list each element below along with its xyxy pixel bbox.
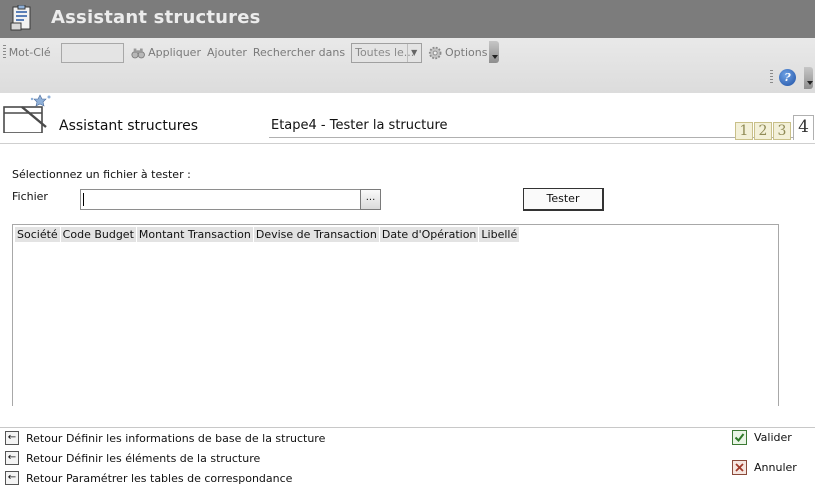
- step-tab-4[interactable]: 4: [793, 115, 814, 140]
- add-button[interactable]: Ajouter: [207, 46, 247, 59]
- select-file-prompt: Sélectionnez un fichier à tester :: [12, 168, 191, 181]
- toolbar-grip[interactable]: [3, 45, 6, 60]
- test-button[interactable]: Tester: [523, 188, 604, 211]
- file-label: Fichier: [12, 190, 48, 203]
- close-icon[interactable]: [732, 460, 747, 475]
- options-menu-button[interactable]: Options: [445, 46, 487, 59]
- binoculars-icon[interactable]: [131, 46, 145, 60]
- column-header-libelle[interactable]: Libellé: [479, 227, 521, 242]
- search-scope-value: Toutes le...: [355, 46, 415, 59]
- column-header-devise-transaction[interactable]: Devise de Transaction: [253, 227, 380, 242]
- column-header-montant-transaction[interactable]: Montant Transaction: [136, 227, 254, 242]
- keyword-input[interactable]: [60, 42, 124, 63]
- column-header-code-budget[interactable]: Code Budget: [60, 227, 137, 242]
- file-path-input[interactable]: [80, 189, 361, 210]
- search-toolbar: Mot-Clé Appliquer Ajouter Rechercher dan…: [0, 40, 500, 65]
- back-link-label[interactable]: Retour Définir les éléments de la struct…: [26, 452, 260, 465]
- gear-icon[interactable]: [428, 45, 442, 61]
- wizard-title: Assistant structures: [59, 118, 199, 134]
- cancel-label[interactable]: Annuler: [754, 461, 797, 474]
- grid-header: Société Code Budget Montant Transaction …: [15, 227, 521, 242]
- step-tab-1[interactable]: 1: [735, 122, 753, 140]
- text-caret: [83, 193, 84, 206]
- step-title: Etape4 - Tester la structure: [271, 118, 448, 133]
- app-icon: [10, 5, 31, 31]
- validate-label[interactable]: Valider: [754, 431, 792, 444]
- arrow-left-icon[interactable]: ←: [5, 431, 19, 445]
- header-divider: [0, 143, 815, 144]
- arrow-left-icon[interactable]: ←: [5, 471, 19, 485]
- back-link-label[interactable]: Retour Définir les informations de base …: [26, 432, 325, 445]
- step-tab-3[interactable]: 3: [773, 122, 791, 140]
- step-tabs: 1 2 3 4: [735, 115, 815, 140]
- wizard-header: Assistant structures Etape4 - Tester la …: [0, 93, 815, 145]
- keyword-label: Mot-Clé: [8, 46, 51, 59]
- column-header-societe[interactable]: Société: [15, 227, 61, 242]
- toolbar-overflow-button[interactable]: [804, 67, 813, 89]
- back-link-label[interactable]: Retour Paramétrer les tables de correspo…: [26, 472, 292, 485]
- back-to-elements-link[interactable]: ← Retour Définir les éléments de la stru…: [5, 451, 260, 465]
- toolbar-area: Mot-Clé Appliquer Ajouter Rechercher dan…: [0, 38, 815, 93]
- dropdown-arrow-icon[interactable]: ▼: [406, 43, 421, 62]
- footer-divider: [0, 427, 815, 428]
- step-title-divider: [269, 137, 793, 138]
- validate-button[interactable]: Valider: [732, 430, 792, 445]
- arrow-left-icon[interactable]: ←: [5, 451, 19, 465]
- title-bar: Assistant structures: [0, 0, 815, 38]
- back-to-mapping-tables-link[interactable]: ← Retour Paramétrer les tables de corres…: [5, 471, 292, 485]
- wizard-wand-icon: [3, 94, 51, 133]
- back-to-base-info-link[interactable]: ← Retour Définir les informations de bas…: [5, 431, 325, 445]
- app-title: Assistant structures: [51, 7, 261, 28]
- toolbar-overflow-button[interactable]: [489, 41, 499, 63]
- step-tab-2[interactable]: 2: [754, 122, 772, 140]
- help-toolbar: ?: [766, 66, 813, 89]
- check-icon[interactable]: [732, 430, 747, 445]
- search-in-label: Rechercher dans: [252, 46, 346, 59]
- apply-button[interactable]: Appliquer: [148, 46, 201, 59]
- toolbar-grip[interactable]: [770, 70, 773, 85]
- help-icon[interactable]: ?: [779, 69, 796, 86]
- browse-button[interactable]: ...: [360, 189, 381, 210]
- column-header-date-operation[interactable]: Date d'Opération: [379, 227, 480, 242]
- preview-grid[interactable]: Société Code Budget Montant Transaction …: [12, 224, 779, 406]
- search-scope-select[interactable]: Toutes le... ▼: [351, 42, 422, 63]
- cancel-button[interactable]: Annuler: [732, 460, 797, 475]
